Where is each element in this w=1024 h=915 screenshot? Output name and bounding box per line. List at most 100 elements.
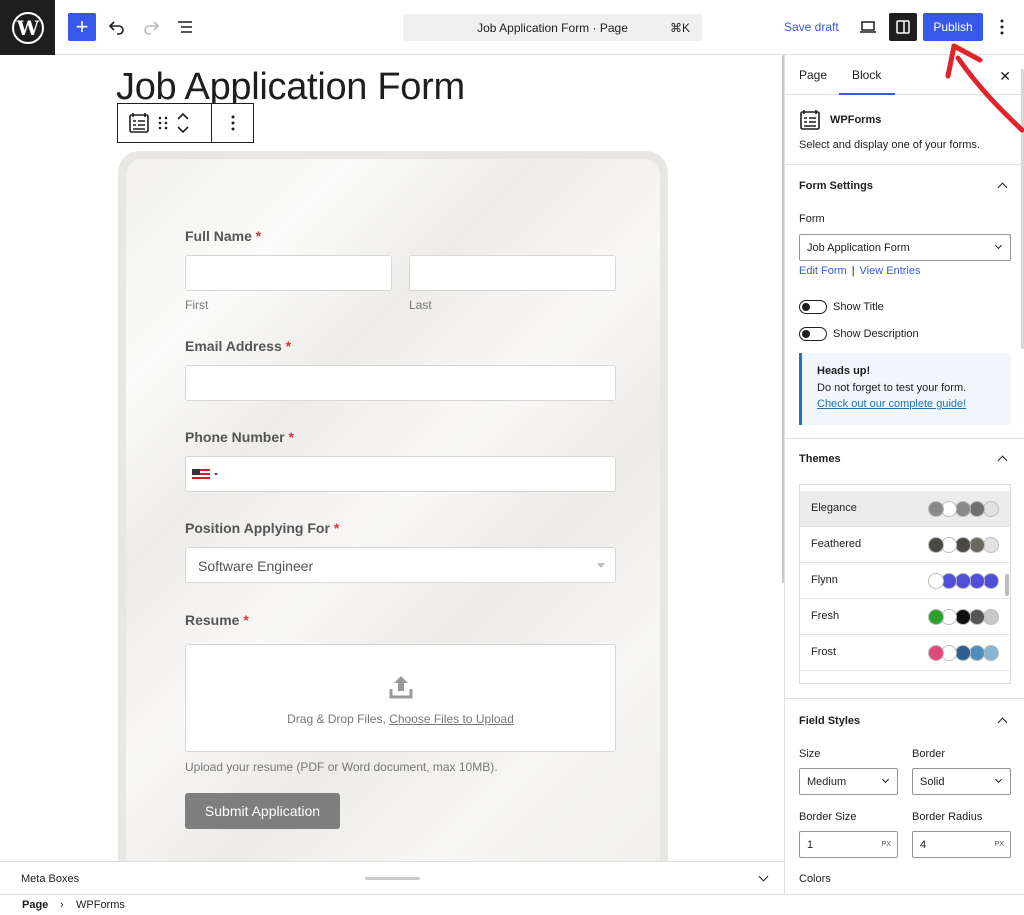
document-overview-button[interactable]: [171, 13, 199, 41]
theme-swatches: [928, 573, 999, 589]
close-icon[interactable]: ✕: [999, 68, 1011, 85]
country-dropdown-icon[interactable]: [214, 473, 218, 476]
first-name-input[interactable]: [185, 255, 392, 291]
select-arrow-icon: [597, 563, 605, 568]
color-swatch: [969, 609, 985, 625]
color-swatch: [955, 645, 971, 661]
size-value: Medium: [807, 776, 847, 788]
save-draft-button[interactable]: Save draft: [784, 20, 839, 34]
settings-toggle-button[interactable]: [889, 13, 917, 41]
last-name-input[interactable]: [409, 255, 616, 291]
position-select[interactable]: Software Engineer: [185, 547, 616, 583]
color-swatch: [928, 573, 944, 589]
chevron-down-icon[interactable]: [758, 871, 769, 882]
form-links: Edit Form | View Entries: [799, 265, 920, 277]
phone-label: Phone Number *: [185, 429, 294, 445]
block-toolbar: [117, 103, 254, 143]
file-upload-dropzone[interactable]: Drag & Drop Files, Choose Files to Uploa…: [185, 644, 616, 752]
move-up-down-icon[interactable]: [176, 110, 190, 136]
top-toolbar: W + Job Application Form · Page ⌘K Save …: [0, 0, 1024, 55]
notice-body: Do not forget to test your form.: [817, 382, 967, 394]
border-radius-label: Border Radius: [912, 811, 983, 823]
drag-handle-icon[interactable]: [158, 115, 168, 131]
first-sublabel: First: [185, 298, 209, 312]
meta-boxes-bar[interactable]: Meta Boxes: [0, 861, 784, 894]
field-styles-heading[interactable]: Field Styles: [799, 715, 860, 727]
color-swatch: [955, 501, 971, 517]
editor-canvas: Job Application Form Full Name * First L…: [0, 55, 784, 861]
colors-label: Colors: [799, 873, 831, 885]
themes-scrollbar[interactable]: [1005, 574, 1009, 596]
upload-icon: [389, 676, 413, 699]
submit-application-button[interactable]: Submit Application: [185, 793, 340, 829]
link-separator: |: [851, 265, 855, 277]
choose-files-link[interactable]: Choose Files to Upload: [389, 712, 514, 726]
border-label: Border: [912, 748, 946, 760]
border-value: Solid: [920, 776, 945, 788]
position-value: Software Engineer: [198, 558, 314, 574]
list-view-icon: [178, 21, 192, 33]
publish-button[interactable]: Publish: [923, 13, 983, 41]
svg-text:W: W: [15, 16, 39, 40]
wordpress-logo[interactable]: W: [0, 0, 55, 55]
form-select[interactable]: Job Application Form: [799, 234, 1011, 261]
color-swatch: [983, 537, 999, 553]
block-description: Select and display one of your forms.: [799, 139, 980, 151]
section-divider: [785, 698, 1024, 699]
unit-label: PX: [994, 841, 1004, 848]
theme-item-fresh[interactable]: Fresh: [800, 599, 1010, 635]
more-vertical-icon: [1000, 19, 1004, 35]
border-radius-input[interactable]: 4 PX: [912, 831, 1011, 858]
options-menu-button[interactable]: [990, 13, 1014, 41]
color-swatch: [983, 573, 999, 589]
theme-item-feathered[interactable]: Feathered: [800, 527, 1010, 563]
breadcrumb-wpforms[interactable]: WPForms: [76, 899, 125, 911]
tab-block[interactable]: Block: [852, 68, 881, 82]
wpforms-block[interactable]: Full Name * First Last Email Address * P…: [118, 151, 668, 861]
color-swatch: [955, 573, 971, 589]
view-entries-link[interactable]: View Entries: [860, 265, 921, 277]
color-swatch: [969, 645, 985, 661]
upload-instructions: Drag & Drop Files, Choose Files to Uploa…: [287, 712, 514, 726]
theme-item-frost[interactable]: Frost: [800, 635, 1010, 671]
theme-item-flynn[interactable]: Flynn: [800, 563, 1010, 599]
phone-input[interactable]: [185, 456, 616, 492]
show-description-toggle[interactable]: [799, 327, 827, 341]
border-select[interactable]: Solid: [912, 768, 1011, 795]
color-swatch: [955, 537, 971, 553]
redo-button[interactable]: [137, 13, 165, 41]
color-swatch: [928, 609, 944, 625]
size-label: Size: [799, 748, 821, 760]
form-background: Full Name * First Last Email Address * P…: [126, 159, 660, 861]
add-block-button[interactable]: +: [68, 13, 96, 41]
theme-item-elegance[interactable]: Elegance: [800, 491, 1010, 527]
show-title-toggle[interactable]: [799, 300, 827, 314]
show-description-label: Show Description: [833, 328, 919, 340]
resize-handle[interactable]: [365, 877, 420, 880]
undo-button[interactable]: [103, 13, 131, 41]
themes-heading[interactable]: Themes: [799, 453, 841, 465]
theme-name: Elegance: [811, 502, 857, 514]
settings-sidebar: Page Block ✕ WPForms Select and display …: [784, 55, 1024, 861]
tab-page[interactable]: Page: [799, 68, 827, 82]
theme-name: Flynn: [811, 574, 838, 586]
complete-guide-link[interactable]: Check out our complete guide!: [817, 398, 966, 410]
color-swatch: [969, 573, 985, 589]
command-palette-bar[interactable]: Job Application Form · Page ⌘K: [403, 14, 702, 41]
us-flag-icon[interactable]: [192, 469, 210, 481]
email-input[interactable]: [185, 365, 616, 401]
preview-button[interactable]: [854, 13, 882, 41]
color-swatch: [955, 609, 971, 625]
block-options-button[interactable]: [212, 104, 253, 142]
border-size-input[interactable]: 1 PX: [799, 831, 898, 858]
last-sublabel: Last: [409, 298, 432, 312]
chevron-up-icon[interactable]: [997, 182, 1008, 193]
wpforms-block-icon[interactable]: [128, 112, 150, 134]
breadcrumb-page[interactable]: Page: [22, 899, 48, 911]
edit-form-link[interactable]: Edit Form: [799, 265, 847, 277]
size-select[interactable]: Medium: [799, 768, 898, 795]
chevron-up-icon[interactable]: [997, 455, 1008, 466]
color-swatch: [969, 537, 985, 553]
chevron-up-icon[interactable]: [997, 717, 1008, 728]
form-settings-heading[interactable]: Form Settings: [799, 180, 873, 192]
